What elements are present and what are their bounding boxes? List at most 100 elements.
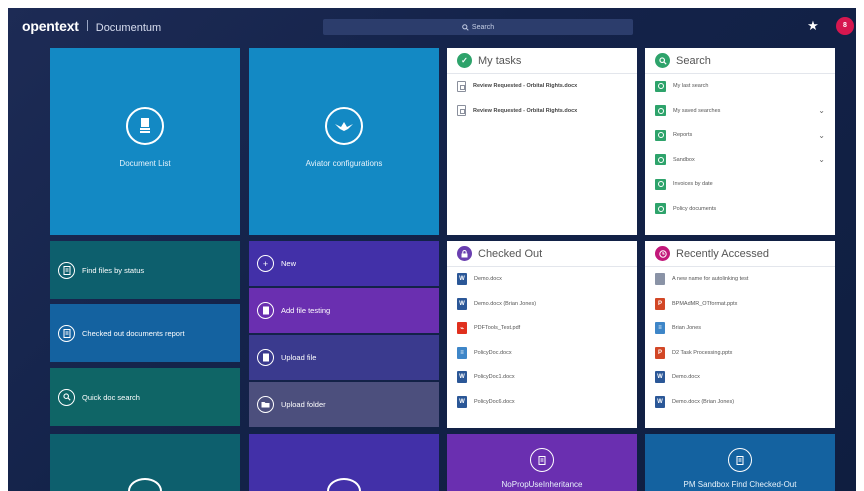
search-item-reports[interactable]: Reports ⌄ <box>655 123 835 148</box>
pm-sandbox-find-checked-out-tile[interactable]: PM Sandbox Find Checked-Out <box>645 434 835 491</box>
word-doc-icon: W <box>655 371 665 384</box>
recent-item[interactable]: W Demo.docx (Brian Jones) <box>655 390 835 415</box>
checked-out-item[interactable]: W Demo.docx <box>457 267 637 292</box>
clock-icon <box>655 246 670 261</box>
tile-label: Upload folder <box>281 400 326 409</box>
item-label: Brian Jones <box>672 325 702 332</box>
search-item-invoices-by-date[interactable]: Invoices by date <box>655 172 835 197</box>
chevron-down-icon[interactable]: ⌄ <box>818 155 825 164</box>
saved-search-icon <box>655 80 666 92</box>
report-icon <box>530 448 554 472</box>
search-icon <box>58 388 75 406</box>
search-item-sandbox[interactable]: Sandbox ⌄ <box>655 148 835 173</box>
word-doc-icon: W <box>457 371 467 384</box>
my-tasks-panel: ✓ My tasks Review Requested - Orbital Ri… <box>447 48 637 235</box>
tile-label: Add file testing <box>281 306 331 315</box>
word-doc-icon: W <box>457 297 467 310</box>
tile-label: Checked out documents report <box>82 328 185 338</box>
checked-out-panel: Checked Out W Demo.docx W Demo.docx (Bri… <box>447 241 637 428</box>
tile-label: Upload file <box>281 353 317 362</box>
tile-label: New <box>281 259 297 268</box>
user-avatar[interactable]: 8 <box>836 17 854 35</box>
upload-file-tile[interactable]: Upload file <box>249 335 439 380</box>
recent-item[interactable]: P D2 Task Processing.pptx <box>655 341 835 366</box>
file-add-icon <box>257 302 274 319</box>
find-files-by-status-tile[interactable]: Find files by status <box>50 241 240 299</box>
recent-item[interactable]: A new name for autolinking test <box>655 267 835 292</box>
tile-label: Find files by status <box>82 265 145 275</box>
aviator-wings-icon <box>325 107 363 145</box>
bottom-indigo-tile[interactable] <box>249 434 439 491</box>
recent-item[interactable]: W Demo.docx <box>655 365 835 390</box>
item-label: A new name for autolinking test <box>672 276 749 283</box>
chevron-down-icon[interactable]: ⌄ <box>818 131 825 140</box>
favorites-star-icon[interactable]: ★ <box>804 17 822 35</box>
quick-doc-search-tile[interactable]: Quick doc search <box>50 368 240 426</box>
checked-out-item[interactable]: ≡ PolicyDoc.docx <box>457 341 637 366</box>
word-doc-icon: W <box>655 395 665 408</box>
brand-product-name: Documentum <box>95 22 162 34</box>
checked-out-item[interactable]: W PolicyDoc6.docx <box>457 390 637 415</box>
task-item[interactable]: Review Requested - Orbital Rights.docx <box>457 74 637 99</box>
top-bar: opentext Documentum Search ★ 8 <box>8 8 856 44</box>
word-doc-icon: W <box>457 395 467 408</box>
upload-folder-tile[interactable]: Upload folder <box>249 382 439 427</box>
item-label: PDFTools_Test.pdf <box>474 325 521 332</box>
aviator-configurations-tile[interactable]: Aviator configurations <box>249 48 439 235</box>
tile-label: NoPropUseInheritance <box>501 480 583 489</box>
app-window: opentext Documentum Search ★ 8 Document … <box>8 8 856 491</box>
checked-out-item[interactable]: W Demo.docx (Brian Jones) <box>457 292 637 317</box>
checked-out-header: Checked Out <box>447 241 637 267</box>
checked-out-item[interactable]: W PolicyDoc1.docx <box>457 365 637 390</box>
search-item-label: Reports <box>673 132 693 139</box>
bottom-teal-tile[interactable] <box>50 434 240 491</box>
search-icon <box>462 23 469 31</box>
recent-list: A new name for autolinking test P BPMAdM… <box>645 267 835 414</box>
tile-label: PM Sandbox Find Checked-Out <box>683 480 797 489</box>
search-item-my-last-search[interactable]: My last search <box>655 74 835 99</box>
noprop-use-inheritance-tile[interactable]: NoPropUseInheritance <box>447 434 637 491</box>
checked-out-documents-report-tile[interactable]: Checked out documents report <box>50 304 240 362</box>
checked-out-item[interactable]: ⌁ PDFTools_Test.pdf <box>457 316 637 341</box>
plus-icon: + <box>257 255 274 272</box>
folder-search-icon <box>655 154 666 166</box>
document-list-tile[interactable]: Document List <box>50 48 240 235</box>
global-search-input[interactable]: Search <box>323 19 633 35</box>
item-label: BPMAdMR_OTformat.pptx <box>672 300 738 307</box>
item-label: PolicyDoc1.docx <box>474 374 515 381</box>
search-item-label: Policy documents <box>673 205 717 212</box>
recent-item[interactable]: ≡ Brian Jones <box>655 316 835 341</box>
report-icon <box>128 478 162 491</box>
brand[interactable]: opentext Documentum <box>22 18 161 34</box>
folder-search-icon <box>655 105 666 117</box>
list-doc-icon: ≡ <box>655 322 665 335</box>
pdf-icon: ⌁ <box>457 322 467 335</box>
generic-doc-icon <box>655 273 665 286</box>
saved-search-icon <box>655 203 666 215</box>
item-label: Demo.docx <box>672 374 700 381</box>
recent-item[interactable]: P BPMAdMR_OTformat.pptx <box>655 292 835 317</box>
word-doc-icon: W <box>457 273 467 286</box>
my-tasks-header: ✓ My tasks <box>447 48 637 74</box>
search-item-label: Sandbox <box>673 156 695 163</box>
list-doc-icon: ≡ <box>457 346 467 359</box>
search-item-my-saved-searches[interactable]: My saved searches ⌄ <box>655 99 835 124</box>
search-panel-header: Search <box>645 48 835 74</box>
search-item-label: Invoices by date <box>673 181 713 188</box>
task-label: Review Requested - Orbital Rights.docx <box>473 107 578 114</box>
task-item[interactable]: Review Requested - Orbital Rights.docx <box>457 99 637 124</box>
folder-upload-icon <box>257 396 274 413</box>
add-file-testing-tile[interactable]: Add file testing <box>249 288 439 333</box>
item-label: Demo.docx <box>474 276 502 283</box>
report-icon <box>728 448 752 472</box>
task-document-icon <box>457 105 466 117</box>
folder-icon <box>327 478 361 491</box>
brand-divider <box>86 20 88 31</box>
new-tile[interactable]: + New <box>249 241 439 286</box>
task-document-icon <box>457 80 466 92</box>
brand-logo: opentext <box>22 18 79 34</box>
search-item-policy-documents[interactable]: Policy documents <box>655 197 835 222</box>
tile-label: Aviator configurations <box>305 159 383 168</box>
panel-title: Search <box>676 54 711 67</box>
chevron-down-icon[interactable]: ⌄ <box>818 106 825 115</box>
